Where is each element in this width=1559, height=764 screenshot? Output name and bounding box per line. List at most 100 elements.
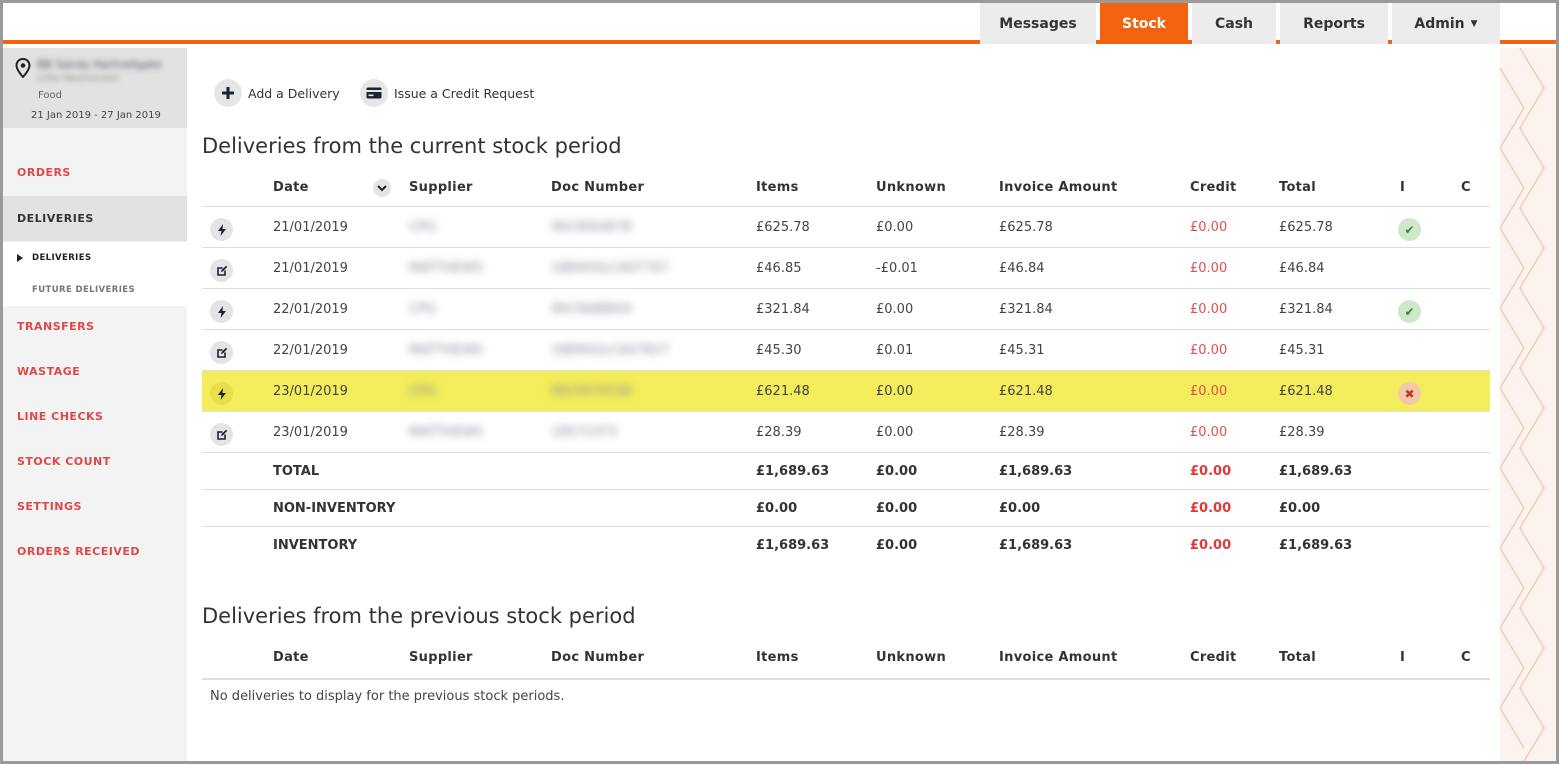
header-invoiced[interactable]: I	[1400, 180, 1405, 195]
credit-request-label: Issue a Credit Request	[394, 85, 535, 101]
sidebar-item-label: LINE CHECKS	[17, 410, 104, 423]
summary-row: NON-INVENTORY £0.00 £0.00 £0.00 £0.00 £0.00	[202, 489, 1490, 526]
header-total[interactable]: Total	[1279, 650, 1316, 665]
deliveries-subnav	[3, 242, 187, 306]
site-type: Food	[38, 90, 62, 101]
tab-cash[interactable]: Cash	[1192, 3, 1276, 44]
table-row[interactable]: 22/01/2019 MATTHEWS 18890GLCA07827 £45.30 £0…	[202, 329, 1490, 370]
cell-invoice: £621.48	[999, 384, 1053, 399]
summary-total: £0.00	[1279, 501, 1321, 516]
header-total[interactable]: Total	[1279, 180, 1316, 195]
cell-unknown: £0.00	[876, 384, 914, 399]
cross-icon: ✖	[1398, 382, 1421, 405]
table-row[interactable]: 21/01/2019 MATTHEWS 18890GLCA07767 £46.85 -£…	[202, 247, 1490, 288]
header-doc-number[interactable]: Doc Number	[551, 180, 644, 195]
sort-dropdown-icon[interactable]	[373, 179, 391, 197]
empty-row: No deliveries to display for the previou…	[202, 678, 1490, 719]
cell-total: £321.84	[1279, 302, 1333, 317]
header-items[interactable]: Items	[756, 180, 799, 195]
sidebar-item-label: SETTINGS	[17, 500, 82, 513]
lightning-icon[interactable]	[210, 300, 233, 323]
edit-icon[interactable]	[210, 259, 233, 282]
subnav-item-future-deliveries[interactable]: FUTURE DELIVERIES	[32, 285, 135, 295]
sidebar-item-deliveries[interactable]: DELIVERIES	[3, 196, 187, 241]
cell-items: £45.30	[756, 343, 802, 358]
summary-total: £1,689.63	[1279, 464, 1353, 479]
top-nav: Messages Stock Cash Reports Admin ▼	[3, 3, 1556, 44]
summary-items: £0.00	[756, 501, 798, 516]
empty-message: No deliveries to display for the previou…	[210, 689, 565, 704]
table-row[interactable]: 21/01/2019 CPG INV3664878 £625.78 £0.00 £625.…	[202, 206, 1490, 247]
cell-doc: INV3664878	[551, 220, 632, 235]
table-row[interactable]: 22/01/2019 CPG INV3688809 £321.84 £0.00 £321.…	[202, 288, 1490, 329]
summary-row: INVENTORY £1,689.63 £0.00 £1,689.63 £0.00 £1,…	[202, 526, 1490, 563]
header-credited[interactable]: C	[1461, 180, 1471, 195]
lightning-icon[interactable]	[210, 382, 233, 405]
sidebar-item-label: WASTAGE	[17, 365, 81, 378]
header-items[interactable]: Items	[756, 650, 799, 665]
chevron-pattern-icon	[1500, 48, 1545, 761]
header-supplier[interactable]: Supplier	[409, 650, 473, 665]
cell-doc: INV3688809	[551, 302, 632, 317]
check-icon: ✔	[1398, 218, 1421, 241]
sidebar-item-orders[interactable]: ORDERS	[3, 150, 187, 195]
sidebar-item-orders-received[interactable]: ORDERS RECEIVED	[3, 529, 187, 574]
sidebar-item-label: DELIVERIES	[17, 212, 94, 225]
tab-messages[interactable]: Messages	[980, 3, 1096, 44]
sidebar-item-line-checks[interactable]: LINE CHECKS	[3, 394, 187, 439]
decorative-pattern	[1500, 48, 1556, 761]
add-delivery-button[interactable]: Add a Delivery	[214, 78, 340, 108]
cell-doc: 18890GLCA07767	[551, 261, 669, 276]
sidebar-item-wastage[interactable]: WASTAGE	[3, 349, 187, 394]
site-subtitle: Little Westminster	[37, 74, 120, 84]
header-invoice-amount[interactable]: Invoice Amount	[999, 180, 1117, 195]
header-credit[interactable]: Credit	[1190, 180, 1237, 195]
cell-doc: 18890GLCA07827	[551, 343, 669, 358]
header-credit[interactable]: Credit	[1190, 650, 1237, 665]
header-doc-number[interactable]: Doc Number	[551, 650, 644, 665]
credit-request-button[interactable]: Issue a Credit Request	[360, 78, 534, 108]
location-pin-icon	[15, 58, 31, 78]
sidebar-item-transfers[interactable]: TRANSFERS	[3, 304, 187, 349]
cell-items: £621.48	[756, 384, 810, 399]
header-date[interactable]: Date	[273, 180, 309, 195]
summary-credit: £0.00	[1190, 501, 1232, 516]
table-row[interactable]: 23/01/2019 MATTHEWS 18572373 £28.39 £0.00 £28…	[202, 411, 1490, 452]
sidebar-item-stock-count[interactable]: STOCK COUNT	[3, 439, 187, 484]
main-content: Add a Delivery Issue a Credit Request De…	[187, 48, 1500, 761]
tab-admin[interactable]: Admin ▼	[1392, 3, 1500, 44]
cell-unknown: -£0.01	[876, 261, 918, 276]
table-row[interactable]: 23/01/2019 CPG INV3970538 £621.48 £0.00 £621.…	[202, 370, 1490, 411]
summary-invoice: £1,689.63	[999, 464, 1073, 479]
header-invoiced[interactable]: I	[1400, 650, 1405, 665]
check-icon: ✔	[1398, 300, 1421, 323]
site-name: BB Sandy Hartnellgate	[37, 58, 162, 71]
tab-reports[interactable]: Reports	[1280, 3, 1388, 44]
summary-credit: £0.00	[1190, 464, 1232, 479]
tab-stock[interactable]: Stock	[1100, 3, 1188, 44]
edit-icon[interactable]	[210, 423, 233, 446]
edit-icon[interactable]	[210, 341, 233, 364]
lightning-icon[interactable]	[210, 218, 233, 241]
cell-unknown: £0.00	[876, 220, 914, 235]
site-card[interactable]: BB Sandy Hartnellgate Little Westminster…	[3, 48, 187, 128]
header-date[interactable]: Date	[273, 650, 309, 665]
header-supplier[interactable]: Supplier	[409, 180, 473, 195]
sidebar-item-settings[interactable]: SETTINGS	[3, 484, 187, 529]
cell-doc: INV3970538	[551, 384, 632, 399]
header-invoice-amount[interactable]: Invoice Amount	[999, 650, 1117, 665]
summary-row: TOTAL £1,689.63 £0.00 £1,689.63 £0.00 £1,689.…	[202, 452, 1490, 489]
cell-items: £321.84	[756, 302, 810, 317]
tab-label: Reports	[1303, 15, 1365, 32]
tab-label: Admin	[1414, 15, 1465, 32]
cell-date: 21/01/2019	[273, 261, 348, 276]
summary-label: NON-INVENTORY	[273, 501, 396, 516]
summary-items: £1,689.63	[756, 538, 830, 553]
header-credited[interactable]: C	[1461, 650, 1471, 665]
subnav-item-deliveries[interactable]: DELIVERIES	[32, 253, 91, 263]
cell-date: 23/01/2019	[273, 384, 348, 399]
cell-unknown: £0.01	[876, 343, 914, 358]
header-unknown[interactable]: Unknown	[876, 650, 946, 665]
cell-unknown: £0.00	[876, 425, 914, 440]
header-unknown[interactable]: Unknown	[876, 180, 946, 195]
